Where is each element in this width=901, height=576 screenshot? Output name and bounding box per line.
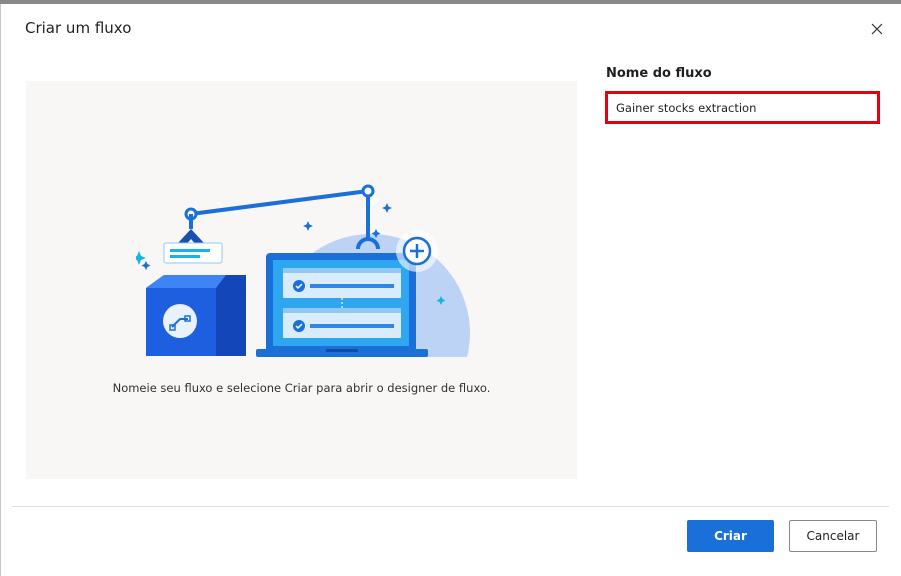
dialog-title: Criar um fluxo	[25, 19, 132, 37]
flow-name-input[interactable]	[605, 91, 880, 124]
flow-designer-illustration	[136, 184, 476, 361]
flow-name-label: Nome do fluxo	[606, 66, 712, 81]
cancel-button[interactable]: Cancelar	[789, 520, 877, 552]
window-top-border	[0, 0, 901, 4]
window-left-border	[0, 4, 1, 576]
close-icon	[871, 23, 883, 35]
illustration-caption: Nomeie seu fluxo e selecione Criar para …	[112, 381, 491, 395]
close-button[interactable]	[866, 18, 888, 40]
create-button[interactable]: Criar	[687, 520, 774, 552]
footer-divider	[12, 506, 889, 507]
illustration-panel: Nomeie seu fluxo e selecione Criar para …	[26, 81, 577, 479]
